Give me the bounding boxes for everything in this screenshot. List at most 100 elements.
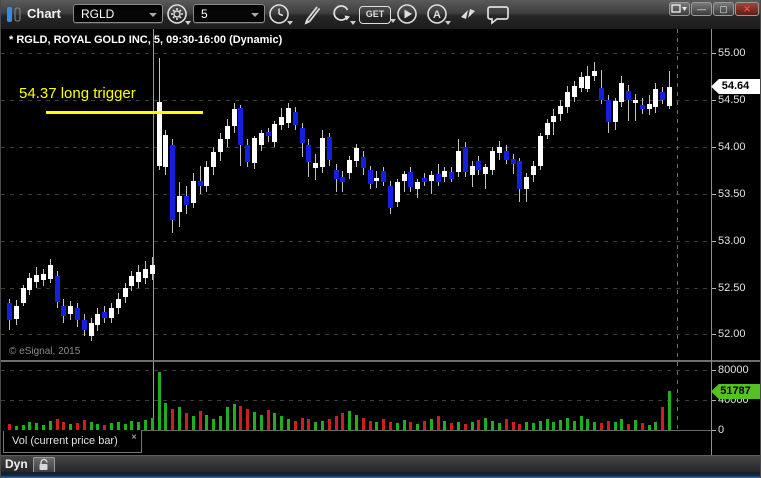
- volume-gridline: [1, 370, 711, 371]
- pencil-icon: [304, 6, 321, 25]
- refresh-dropdown-caret-icon[interactable]: [350, 21, 356, 25]
- minimize-button[interactable]: —: [691, 2, 712, 16]
- alerts-button[interactable]: A: [426, 3, 451, 25]
- candle: [606, 100, 611, 122]
- candle-wick: [513, 154, 514, 174]
- candle: [633, 100, 638, 103]
- candle: [232, 109, 237, 126]
- interval-value: 5: [201, 7, 208, 21]
- price-gridline: [1, 194, 711, 195]
- volume-bar: [620, 419, 623, 430]
- candle: [347, 160, 352, 173]
- play-button[interactable]: [396, 3, 418, 25]
- candle: [129, 276, 134, 286]
- volume-bar: [341, 413, 344, 430]
- price-gridline: [1, 288, 711, 289]
- volume-tab-close-icon[interactable]: ×: [131, 432, 137, 443]
- link-button[interactable]: [457, 3, 479, 25]
- candle: [238, 108, 243, 145]
- volume-bar: [654, 422, 657, 430]
- candle: [334, 170, 339, 179]
- refresh-button[interactable]: [331, 3, 356, 25]
- volume-bar: [28, 422, 31, 430]
- chart-window: Chart RGLD 5 GET A — ▢ ✕ 55.00 54.50 54.…: [0, 0, 761, 478]
- candle: [266, 132, 271, 136]
- volume-bar: [484, 418, 487, 430]
- clock-dropdown-caret-icon[interactable]: [287, 21, 293, 25]
- candle: [599, 88, 604, 100]
- interval-dropdown-caret-icon[interactable]: [251, 13, 259, 17]
- volume-bar: [566, 418, 569, 430]
- pane-divider[interactable]: [1, 360, 760, 362]
- volume-study-tab[interactable]: Vol (current price bar) ×: [3, 431, 142, 453]
- price-axis-label: 54.50: [718, 94, 746, 106]
- candle: [402, 174, 407, 181]
- volume-bar: [226, 407, 229, 430]
- volume-bar: [661, 407, 664, 430]
- volume-bar: [552, 422, 555, 430]
- symbol-input[interactable]: RGLD: [73, 4, 163, 23]
- window-title: Chart: [27, 6, 61, 21]
- candle: [449, 172, 454, 179]
- volume-bar: [219, 416, 222, 430]
- candle: [245, 145, 250, 162]
- candle: [436, 174, 441, 182]
- price-axis-label: 53.00: [718, 235, 746, 247]
- last-volume-badge: 51787: [711, 384, 760, 399]
- alerts-dropdown-caret-icon[interactable]: [445, 21, 451, 25]
- volume-bar: [144, 420, 147, 430]
- volume-bar: [532, 423, 535, 430]
- interval-input[interactable]: 5: [193, 4, 265, 23]
- get-label: GET: [365, 9, 385, 19]
- candle: [531, 166, 536, 175]
- play-icon: [397, 4, 417, 24]
- volume-gridline: [1, 400, 711, 401]
- volume-bar: [307, 419, 310, 430]
- volume-bar: [42, 425, 45, 430]
- candle: [381, 171, 386, 182]
- draw-tool-button[interactable]: [301, 3, 323, 25]
- close-button[interactable]: ✕: [735, 2, 759, 16]
- volume-bar: [437, 416, 440, 430]
- restore-window-button[interactable]: [669, 2, 690, 16]
- long-trigger-annotation-text[interactable]: 54.37 long trigger: [19, 85, 136, 102]
- volume-bar: [369, 421, 372, 430]
- candle: [490, 151, 495, 170]
- candle: [82, 320, 87, 330]
- symbol-settings-button[interactable]: [166, 3, 191, 25]
- volume-bar: [96, 424, 99, 430]
- candle: [361, 157, 366, 168]
- get-data-button[interactable]: GET: [359, 6, 396, 24]
- candle: [286, 108, 291, 123]
- candle: [225, 126, 230, 139]
- tab-shelf-line: [141, 430, 711, 431]
- candle: [408, 172, 413, 187]
- volume-bar: [512, 422, 515, 430]
- title-bar: Chart RGLD 5 GET A — ▢ ✕: [1, 0, 760, 30]
- gear-dropdown-caret-icon[interactable]: [185, 21, 191, 25]
- volume-bar: [321, 421, 324, 430]
- volume-axis-label: 0: [718, 424, 725, 436]
- symbol-value: RGLD: [81, 7, 115, 21]
- volume-bar: [593, 422, 596, 430]
- volume-bar: [328, 419, 331, 430]
- comment-button[interactable]: [487, 3, 509, 25]
- candle-wick: [635, 94, 636, 121]
- long-trigger-annotation-line[interactable]: [46, 111, 203, 114]
- candle: [456, 151, 461, 172]
- session-line-day-13: [677, 29, 678, 430]
- time-template-button[interactable]: [268, 3, 293, 25]
- volume-bar: [233, 404, 236, 430]
- maximize-button[interactable]: ▢: [713, 2, 734, 16]
- candle: [27, 278, 32, 290]
- chart-symbol-header: * RGLD, ROYAL GOLD INC, 5, 09:30-16:00 (…: [9, 34, 283, 46]
- volume-bar: [49, 421, 52, 430]
- candle: [517, 161, 522, 189]
- candle: [218, 139, 223, 152]
- candle: [667, 87, 672, 106]
- symbol-dropdown-caret-icon[interactable]: [149, 13, 157, 17]
- restore-window-icon: [671, 4, 687, 13]
- candle: [320, 138, 325, 167]
- dynamic-mode-label[interactable]: Dyn: [5, 457, 28, 471]
- volume-bar: [117, 422, 120, 430]
